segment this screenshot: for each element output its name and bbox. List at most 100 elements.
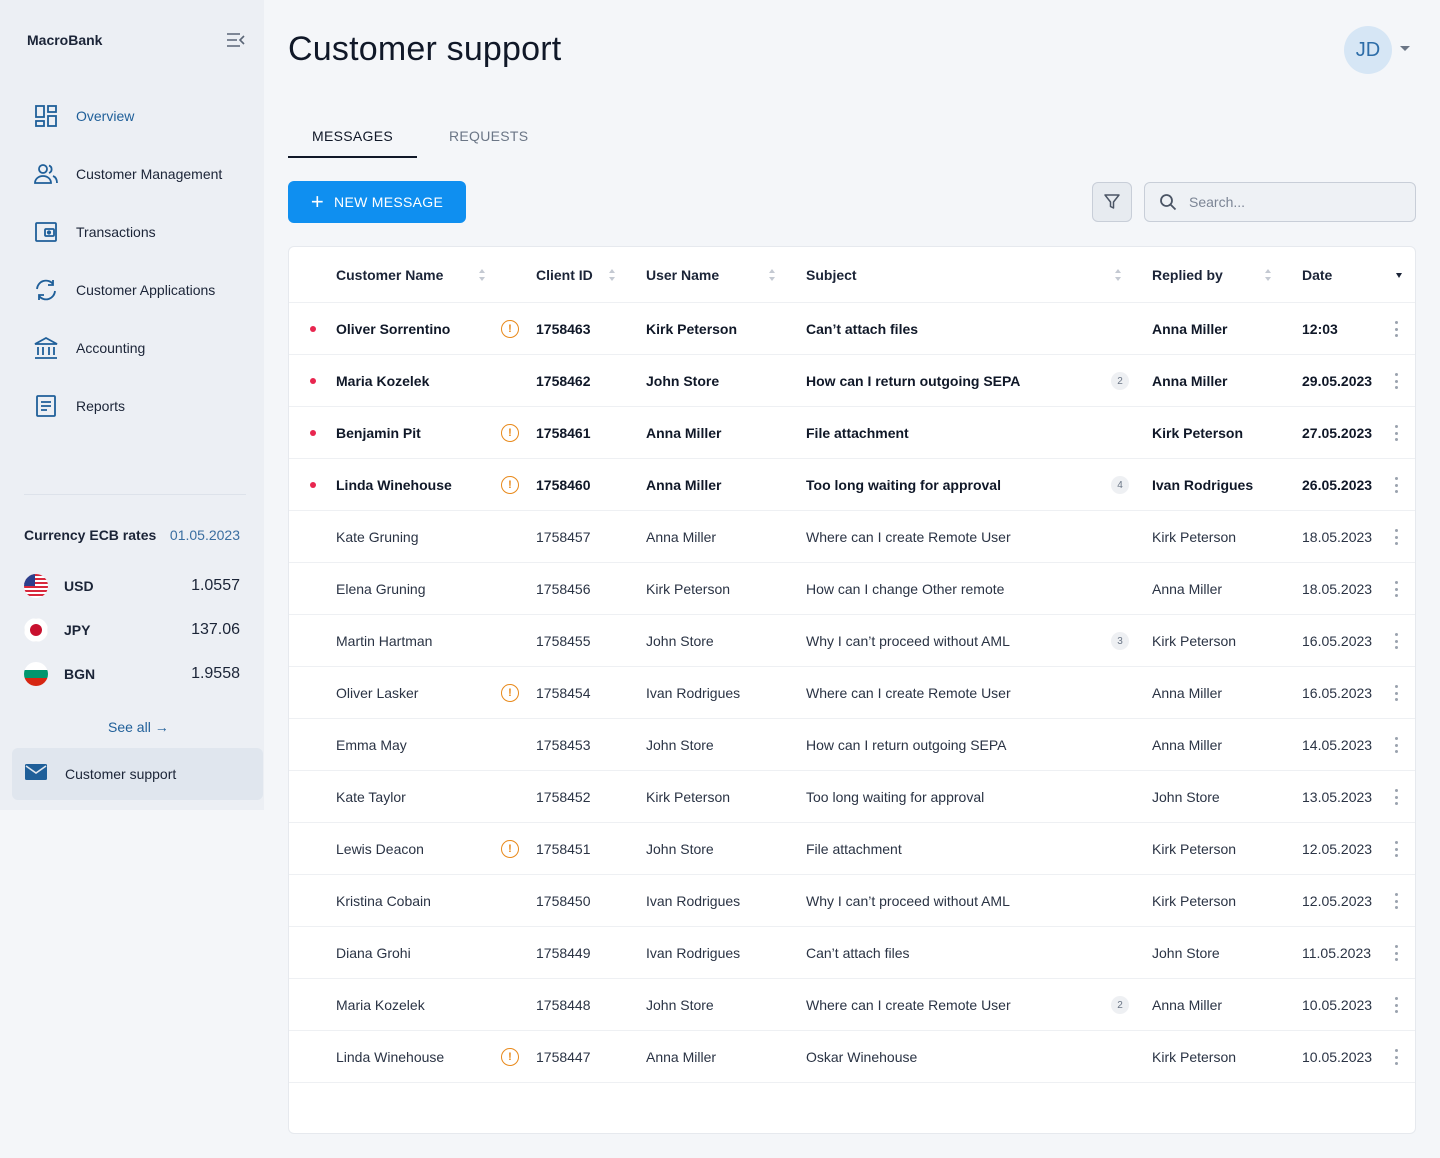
table-row[interactable]: Elena Gruning 1758456 Kirk Peterson How can… (289, 563, 1415, 615)
warning-icon: ! (501, 1048, 519, 1066)
more-options-icon[interactable] (1395, 633, 1399, 649)
replied-by-cell: Anna Miller (1152, 321, 1228, 337)
customer-name-cell: Kristina Cobain (336, 893, 431, 909)
warning-icon: ! (501, 320, 519, 338)
unread-dot (310, 482, 316, 488)
currency-value: 1.0557 (191, 577, 240, 594)
sidebar-item-customer-support[interactable]: Customer support (12, 748, 263, 800)
new-message-label: NEW MESSAGE (334, 194, 444, 210)
replied-by-cell: Anna Miller (1152, 997, 1223, 1013)
avatar[interactable]: JD (1344, 26, 1392, 74)
table-row[interactable]: Linda Winehouse! 1758460 Anna Miller Too lo… (289, 459, 1415, 511)
more-options-icon[interactable] (1395, 789, 1399, 805)
sidebar-item-accounting[interactable]: Accounting (0, 319, 264, 377)
filter-button[interactable] (1092, 182, 1132, 222)
column-header-client-id[interactable]: Client ID (536, 267, 593, 283)
client-id-cell: 1758452 (536, 789, 591, 805)
table-row[interactable]: Diana Grohi 1758449 Ivan Rodrigues Can’t at… (289, 927, 1415, 979)
column-header-replied-by[interactable]: Replied by (1152, 267, 1223, 283)
search-input[interactable] (1189, 194, 1399, 210)
customer-name-cell: Lewis Deacon (336, 841, 424, 857)
table-row[interactable]: Emma May 1758453 John Store How can I retur… (289, 719, 1415, 771)
client-id-cell: 1758457 (536, 529, 591, 545)
table-row[interactable]: Maria Kozelek 1758448 John Store Where can … (289, 979, 1415, 1031)
reply-count-badge: 2 (1111, 372, 1129, 390)
table-row[interactable]: Linda Winehouse! 1758447 Anna Miller Oskar … (289, 1031, 1415, 1083)
currency-value: 1.9558 (191, 665, 240, 682)
sidebar-item-transactions[interactable]: Transactions (0, 203, 264, 261)
more-options-icon[interactable] (1395, 373, 1399, 389)
customer-name-cell: Oliver Lasker (336, 685, 419, 701)
warning-icon: ! (501, 684, 519, 702)
customer-name-cell: Benjamin Pit (336, 425, 421, 441)
date-cell: 14.05.2023 (1302, 737, 1373, 753)
sidebar-item-customer-applications[interactable]: Customer Applications (0, 261, 264, 319)
more-options-icon[interactable] (1395, 477, 1399, 493)
currency-code: BGN (64, 666, 96, 682)
sort-icon[interactable] (608, 269, 616, 281)
sort-icon[interactable] (768, 269, 776, 281)
client-id-cell: 1758456 (536, 581, 591, 597)
table-row[interactable]: Maria Kozelek 1758462 John Store How can I … (289, 355, 1415, 407)
more-options-icon[interactable] (1395, 1049, 1399, 1065)
subject-cell: Can’t attach files (806, 321, 919, 337)
more-options-icon[interactable] (1395, 893, 1399, 909)
table-row[interactable]: Martin Hartman 1758455 John Store Why I can… (289, 615, 1415, 667)
tab-requests[interactable]: REQUESTS (425, 116, 552, 158)
more-options-icon[interactable] (1395, 581, 1399, 597)
more-options-icon[interactable] (1395, 841, 1399, 857)
client-id-cell: 1758454 (536, 685, 591, 701)
date-cell: 16.05.2023 (1302, 633, 1373, 649)
column-header-user-name[interactable]: User Name (646, 267, 719, 283)
sort-descending-icon[interactable] (1396, 273, 1402, 278)
rate-row-jpy: JPY 137.06 (24, 617, 240, 643)
sort-icon[interactable] (1264, 269, 1272, 281)
more-options-icon[interactable] (1395, 997, 1399, 1013)
table-row[interactable]: Kate Taylor 1758452 Kirk Peterson Too long … (289, 771, 1415, 823)
see-all-link[interactable]: See all → (108, 719, 169, 735)
chevron-down-icon[interactable] (1400, 46, 1410, 51)
sort-icon[interactable] (1114, 269, 1122, 281)
table-row[interactable]: Lewis Deacon! 1758451 John Store File attac… (289, 823, 1415, 875)
client-id-cell: 1758453 (536, 737, 591, 753)
sidebar-item-overview[interactable]: Overview (0, 87, 264, 145)
user-name-cell: John Store (646, 737, 714, 753)
more-options-icon[interactable] (1395, 425, 1399, 441)
page-title: Customer support (288, 30, 562, 68)
customer-name-cell: Linda Winehouse (336, 477, 452, 493)
sidebar-item-reports[interactable]: Reports (0, 377, 264, 435)
sidebar-item-label: Customer Management (76, 166, 223, 182)
client-id-cell: 1758450 (536, 893, 591, 909)
rate-row-bgn: BGN 1.9558 (24, 661, 240, 687)
collapse-menu-icon[interactable] (226, 31, 246, 49)
table-row[interactable]: Kate Gruning 1758457 Anna Miller Where can … (289, 511, 1415, 563)
document-icon (33, 393, 59, 419)
replied-by-cell: Ivan Rodrigues (1152, 477, 1254, 493)
date-cell: 26.05.2023 (1302, 477, 1373, 493)
table-row[interactable]: Benjamin Pit! 1758461 Anna Miller File atta… (289, 407, 1415, 459)
table-row[interactable]: Oliver Sorrentino! 1758463 Kirk Peterson Ca… (289, 303, 1415, 355)
column-header-customer-name[interactable]: Customer Name (336, 267, 443, 283)
new-message-button[interactable]: + NEW MESSAGE (288, 181, 466, 223)
sidebar-item-customer-management[interactable]: Customer Management (0, 145, 264, 203)
client-id-cell: 1758449 (536, 945, 591, 961)
tab-messages[interactable]: MESSAGES (288, 116, 417, 158)
more-options-icon[interactable] (1395, 529, 1399, 545)
subject-cell: How can I return outgoing SEPA (806, 373, 1021, 389)
user-name-cell: John Store (646, 997, 714, 1013)
more-options-icon[interactable] (1395, 321, 1399, 337)
column-header-date[interactable]: Date (1302, 267, 1332, 283)
user-name-cell: Anna Miller (646, 477, 722, 493)
more-options-icon[interactable] (1395, 945, 1399, 961)
more-options-icon[interactable] (1395, 737, 1399, 753)
more-options-icon[interactable] (1395, 685, 1399, 701)
currency-rates-header: Currency ECB rates 01.05.2023 (24, 527, 240, 543)
customer-name-cell: Martin Hartman (336, 633, 433, 649)
table-row[interactable]: Kristina Cobain 1758450 Ivan Rodrigues Why … (289, 875, 1415, 927)
sort-icon[interactable] (478, 269, 486, 281)
column-header-subject[interactable]: Subject (806, 267, 857, 283)
client-id-cell: 1758463 (536, 321, 591, 337)
subject-cell: Where can I create Remote User (806, 685, 1011, 701)
table-row[interactable]: Oliver Lasker! 1758454 Ivan Rodrigues Where… (289, 667, 1415, 719)
rate-row-usd: USD 1.0557 (24, 573, 240, 599)
